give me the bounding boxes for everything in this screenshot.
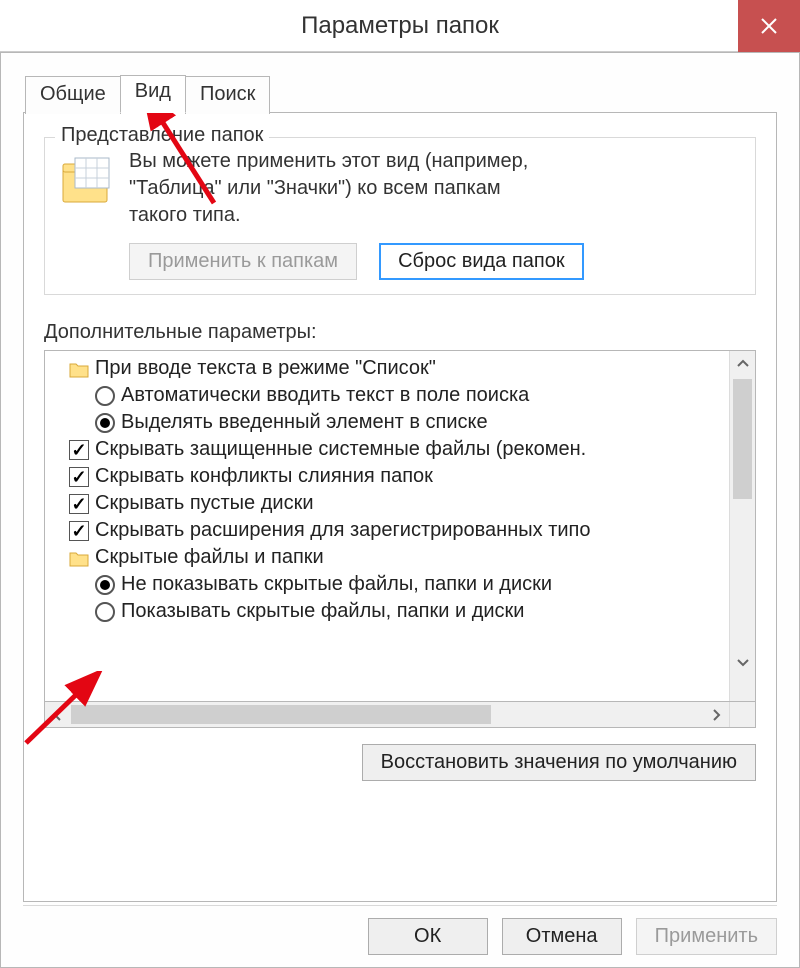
folder-views-description: Вы можете применить этот вид (например, … <box>129 148 528 229</box>
scroll-left-icon[interactable] <box>45 702 71 727</box>
tree-item-label: Скрытые файлы и папки <box>95 546 324 569</box>
checkbox[interactable] <box>69 494 89 514</box>
advanced-settings-tree[interactable]: При вводе текста в режиме "Список" Автома… <box>44 350 756 702</box>
folder-views-icon <box>59 152 115 208</box>
close-icon <box>760 17 778 35</box>
folder-views-desc-line1: Вы можете применить этот вид (например, <box>129 150 528 172</box>
close-button[interactable] <box>738 0 800 52</box>
tree-item[interactable]: Выделять введенный элемент в списке <box>51 409 727 436</box>
dialog-body: Общие Вид Поиск Представление папок <box>0 52 800 968</box>
tree-item-label: Показывать скрытые файлы, папки и диски <box>121 600 524 623</box>
folder-icon <box>69 359 89 379</box>
scroll-right-icon[interactable] <box>703 702 729 727</box>
tree-item-label: Скрывать защищенные системные файлы (рек… <box>95 438 586 461</box>
vertical-scrollbar[interactable] <box>729 351 755 701</box>
dialog-footer: ОК Отмена Применить <box>23 905 777 955</box>
tree-item[interactable]: Скрывать расширения для зарегистрированн… <box>51 517 727 544</box>
tree-item-label: Не показывать скрытые файлы, папки и дис… <box>121 573 552 596</box>
restore-defaults-button[interactable]: Восстановить значения по умолчанию <box>362 744 756 781</box>
radio[interactable] <box>95 413 115 433</box>
folder-icon <box>69 548 89 568</box>
reset-folders-button[interactable]: Сброс вида папок <box>379 243 584 280</box>
tree-item[interactable]: Скрывать пустые диски <box>51 490 727 517</box>
tree-item-label: Скрывать расширения для зарегистрированн… <box>95 519 591 542</box>
horizontal-scrollbar[interactable] <box>44 702 756 728</box>
tree-item: При вводе текста в режиме "Список" <box>51 355 727 382</box>
scroll-corner <box>729 702 755 727</box>
tree-item[interactable]: Не показывать скрытые файлы, папки и дис… <box>51 571 727 598</box>
tree-item-label: Выделять введенный элемент в списке <box>121 411 488 434</box>
scroll-track-horizontal[interactable] <box>71 702 703 727</box>
tree-item-label: Скрывать пустые диски <box>95 492 314 515</box>
tree-item[interactable]: Показывать скрытые файлы, папки и диски <box>51 598 727 625</box>
scroll-thumb-vertical[interactable] <box>733 379 752 499</box>
scroll-down-icon[interactable] <box>730 649 755 675</box>
radio[interactable] <box>95 386 115 406</box>
radio[interactable] <box>95 575 115 595</box>
tab-strip: Общие Вид Поиск <box>25 75 777 113</box>
tree-item[interactable]: Скрывать конфликты слияния папок <box>51 463 727 490</box>
checkbox[interactable] <box>69 467 89 487</box>
apply-to-folders-button[interactable]: Применить к папкам <box>129 243 357 280</box>
apply-button[interactable]: Применить <box>636 918 777 955</box>
titlebar: Параметры папок <box>0 0 800 52</box>
folder-options-window: Параметры папок Общие Вид Поиск <box>0 0 800 968</box>
tab-search[interactable]: Поиск <box>185 76 270 114</box>
tab-general[interactable]: Общие <box>25 76 121 114</box>
tree-item-label: Скрывать конфликты слияния папок <box>95 465 433 488</box>
advanced-settings-label: Дополнительные параметры: <box>44 321 756 344</box>
cancel-button[interactable]: Отмена <box>502 918 622 955</box>
folder-views-legend: Представление папок <box>55 124 269 147</box>
tree-item[interactable]: Скрывать защищенные системные файлы (рек… <box>51 436 727 463</box>
tree-item: Скрытые файлы и папки <box>51 544 727 571</box>
tree-viewport: При вводе текста в режиме "Список" Автома… <box>45 351 729 701</box>
scroll-thumb-horizontal[interactable] <box>71 705 491 724</box>
tab-view[interactable]: Вид <box>120 75 186 113</box>
folder-views-desc-line2: "Таблица" или "Значки") ко всем папкам <box>129 177 501 199</box>
checkbox[interactable] <box>69 521 89 541</box>
checkbox[interactable] <box>69 440 89 460</box>
view-tab-panel: Представление папок Вы можете применить … <box>23 112 777 902</box>
tree-item-label: Автоматически вводить текст в поле поиск… <box>121 384 529 407</box>
scroll-up-icon[interactable] <box>730 351 755 377</box>
window-title: Параметры папок <box>0 12 800 40</box>
tree-item[interactable]: Автоматически вводить текст в поле поиск… <box>51 382 727 409</box>
tree-item-label: При вводе текста в режиме "Список" <box>95 357 436 380</box>
folder-views-group: Представление папок Вы можете применить … <box>44 137 756 295</box>
folder-views-desc-line3: такого типа. <box>129 204 241 226</box>
radio[interactable] <box>95 602 115 622</box>
ok-button[interactable]: ОК <box>368 918 488 955</box>
